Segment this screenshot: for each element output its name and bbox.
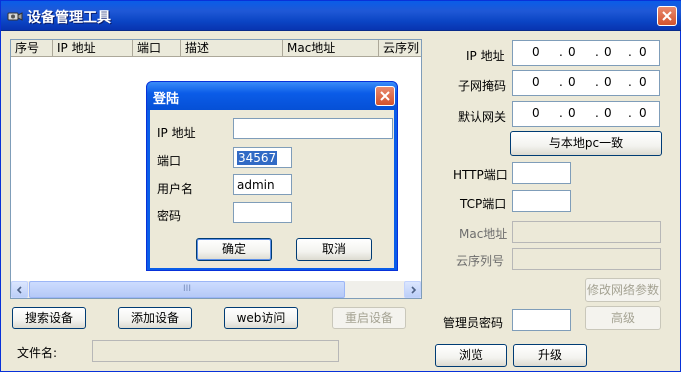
- file-name-field[interactable]: [92, 340, 339, 362]
- login-ok-button[interactable]: 确定: [196, 238, 272, 261]
- title-bar[interactable]: 设备管理工具: [1, 1, 681, 31]
- web-access-button[interactable]: web访问: [224, 307, 298, 329]
- col-header-mac[interactable]: Mac地址: [283, 40, 379, 57]
- subnet-mask-field[interactable]: 0. 0. 0. 0: [512, 70, 660, 96]
- device-list-header: 序号 IP 地址 端口 描述 Mac地址 云序列: [11, 40, 421, 57]
- http-port-label: HTTP端口: [453, 168, 508, 182]
- login-ip-label: IP 地址: [157, 126, 196, 140]
- ip-label: IP 地址: [466, 49, 505, 63]
- subnet-mask-label: 子网掩码: [458, 79, 507, 93]
- gateway-field[interactable]: 0. 0. 0. 0: [512, 101, 660, 127]
- login-port-label: 端口: [157, 154, 182, 168]
- scroll-left-icon[interactable]: [11, 281, 28, 298]
- search-device-button[interactable]: 搜索设备: [12, 307, 86, 329]
- upgrade-button[interactable]: 升级: [513, 344, 587, 367]
- login-dialog-body: IP 地址 端口 34567 用户名 admin 密码 确定 取消: [150, 110, 394, 268]
- col-header-desc[interactable]: 描述: [181, 40, 283, 57]
- mac-address-field[interactable]: [512, 221, 661, 243]
- close-icon: [662, 11, 672, 21]
- cloud-serial-field[interactable]: [512, 248, 661, 270]
- mac-address-label: Mac地址: [459, 227, 508, 241]
- window-title: 设备管理工具: [27, 10, 111, 26]
- add-device-button[interactable]: 添加设备: [118, 307, 192, 329]
- login-dialog-title: 登陆: [153, 92, 180, 107]
- admin-password-label: 管理员密码: [443, 316, 504, 330]
- login-port-field[interactable]: 34567: [233, 147, 292, 168]
- restart-device-button[interactable]: 重启设备: [332, 307, 406, 329]
- col-header-cloud[interactable]: 云序列: [379, 40, 421, 57]
- modify-network-button[interactable]: 修改网络参数: [585, 278, 661, 302]
- same-as-local-pc-button[interactable]: 与本地pc一致: [510, 131, 662, 156]
- device-manager-window: 设备管理工具 序号 IP 地址 端口 描述 Mac地址 云序列 III 搜索设备…: [0, 0, 681, 372]
- scroll-right-icon[interactable]: [404, 281, 421, 298]
- admin-password-field[interactable]: [512, 309, 571, 331]
- login-password-field[interactable]: [233, 202, 292, 223]
- cloud-serial-label: 云序列号: [456, 254, 505, 268]
- col-header-index[interactable]: 序号: [11, 40, 53, 57]
- horizontal-scrollbar[interactable]: III: [11, 281, 421, 298]
- gateway-label: 默认网关: [458, 110, 507, 124]
- login-password-label: 密码: [157, 209, 182, 223]
- tcp-port-label: TCP端口: [460, 197, 507, 211]
- login-dialog: 登陆 IP 地址 端口 34567 用户名 admin 密码 确定 取消: [146, 81, 398, 271]
- col-header-ip[interactable]: IP 地址: [53, 40, 133, 57]
- close-icon: [380, 91, 390, 101]
- login-port-value: 34567: [237, 151, 278, 165]
- window-close-button[interactable]: [657, 6, 677, 26]
- login-username-field[interactable]: admin: [233, 174, 292, 195]
- login-dialog-title-bar[interactable]: 登陆: [147, 82, 397, 110]
- advanced-button[interactable]: 高级: [585, 306, 661, 330]
- col-header-port[interactable]: 端口: [133, 40, 181, 57]
- scroll-thumb[interactable]: III: [29, 281, 345, 298]
- login-close-button[interactable]: [375, 86, 395, 106]
- login-cancel-button[interactable]: 取消: [296, 238, 372, 261]
- ip-address-field[interactable]: 0. 0. 0. 0: [512, 40, 660, 66]
- camera-icon: [7, 10, 23, 22]
- http-port-field[interactable]: [512, 162, 571, 184]
- file-name-label: 文件名:: [17, 346, 58, 360]
- browse-button[interactable]: 浏览: [435, 344, 507, 367]
- login-ip-field[interactable]: [233, 118, 393, 139]
- login-username-label: 用户名: [157, 182, 194, 196]
- tcp-port-field[interactable]: [512, 190, 571, 212]
